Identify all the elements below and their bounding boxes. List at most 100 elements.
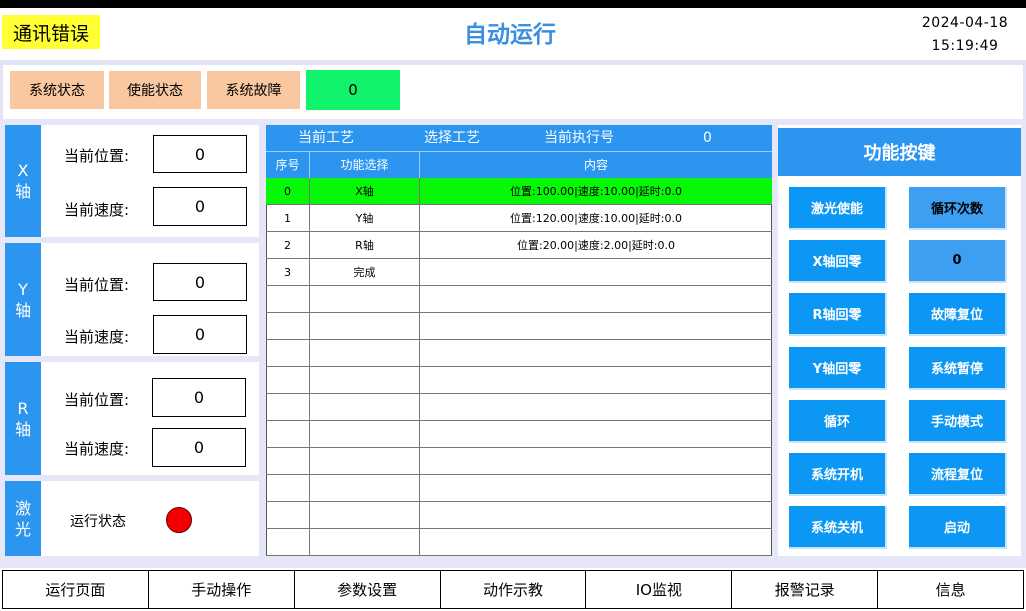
laser-panel	[5, 481, 259, 556]
row-index	[266, 448, 310, 475]
laser-enable-button[interactable]: 激光使能	[789, 187, 887, 230]
select-process-label[interactable]: 选择工艺	[424, 125, 480, 151]
row-function	[310, 529, 420, 556]
row-function	[310, 475, 420, 502]
nav-motion-teach[interactable]: 动作示教	[441, 571, 587, 608]
date-display: 2024-04-18	[921, 15, 1009, 31]
row-function	[310, 367, 420, 394]
cycle-count-value[interactable]: 0	[909, 240, 1007, 283]
nav-info[interactable]: 信息	[878, 571, 1023, 608]
row-content	[420, 421, 772, 448]
table-row[interactable]	[266, 340, 772, 367]
cycle-button[interactable]: 循环	[789, 400, 887, 443]
status-value: 0	[306, 70, 400, 110]
table-column-header: 序号 功能选择 内容	[266, 151, 772, 179]
system-on-button[interactable]: 系统开机	[789, 453, 887, 496]
comm-error-indicator: 通讯错误	[2, 15, 100, 49]
row-index	[266, 340, 310, 367]
row-content	[420, 340, 772, 367]
system-fault-button[interactable]: 系统故障	[207, 71, 300, 109]
row-index: 3	[266, 259, 310, 286]
r-position-value: 0	[152, 378, 246, 417]
x-home-button[interactable]: X轴回零	[789, 240, 887, 283]
table-row[interactable]: 0 X轴 位置:100.00|速度:10.00|延时:0.0	[266, 178, 772, 205]
r-axis-label: R 轴	[5, 362, 41, 475]
x-speed-label: 当前速度:	[64, 201, 130, 219]
page-title: 自动运行	[464, 22, 556, 48]
current-process-label[interactable]: 当前工艺	[298, 125, 354, 151]
row-index	[266, 529, 310, 556]
row-function: 完成	[310, 259, 420, 286]
laser-label: 激 光	[5, 481, 41, 556]
nav-io-monitor[interactable]: IO监视	[586, 571, 733, 608]
row-function	[310, 313, 420, 340]
nav-parameter-settings[interactable]: 参数设置	[295, 571, 441, 608]
function-panel-title: 功能按键	[778, 128, 1021, 176]
manual-mode-button[interactable]: 手动模式	[909, 400, 1007, 443]
row-content	[420, 448, 772, 475]
row-index	[266, 286, 310, 313]
y-home-button[interactable]: Y轴回零	[789, 347, 887, 390]
row-index	[266, 313, 310, 340]
bottom-navigation: 运行页面 手动操作 参数设置 动作示教 IO监视 报警记录 信息	[2, 570, 1024, 609]
row-index	[266, 475, 310, 502]
row-index: 1	[266, 205, 310, 232]
table-row[interactable]	[266, 529, 772, 556]
col-index: 序号	[266, 152, 310, 179]
table-row[interactable]	[266, 367, 772, 394]
x-position-label: 当前位置:	[64, 147, 130, 165]
row-index: 2	[266, 232, 310, 259]
row-content	[420, 367, 772, 394]
row-function: R轴	[310, 232, 420, 259]
row-content	[420, 394, 772, 421]
row-index	[266, 394, 310, 421]
y-speed-label: 当前速度:	[64, 328, 130, 346]
table-row[interactable]: 2 R轴 位置:20.00|速度:2.00|延时:0.0	[266, 232, 772, 259]
fault-reset-button[interactable]: 故障复位	[909, 293, 1007, 336]
nav-alarm-log[interactable]: 报警记录	[732, 571, 879, 608]
row-function	[310, 502, 420, 529]
system-status-button[interactable]: 系统状态	[10, 71, 104, 109]
cycle-count-label: 循环次数	[909, 187, 1007, 230]
system-off-button[interactable]: 系统关机	[789, 506, 887, 549]
table-row[interactable]	[266, 475, 772, 502]
row-content	[420, 502, 772, 529]
table-row[interactable]: 3 完成	[266, 259, 772, 286]
row-function: Y轴	[310, 205, 420, 232]
nav-run-page[interactable]: 运行页面	[3, 571, 149, 608]
row-content	[420, 475, 772, 502]
start-button[interactable]: 启动	[909, 506, 1007, 549]
r-speed-label: 当前速度:	[64, 440, 130, 458]
table-row[interactable]	[266, 448, 772, 475]
r-position-label: 当前位置:	[64, 391, 130, 409]
row-index: 0	[266, 178, 310, 205]
enable-status-button[interactable]: 使能状态	[109, 71, 201, 109]
table-row[interactable]	[266, 502, 772, 529]
row-function	[310, 286, 420, 313]
col-function: 功能选择	[310, 152, 420, 179]
row-index	[266, 421, 310, 448]
row-content	[420, 259, 772, 286]
table-row[interactable]	[266, 394, 772, 421]
row-content: 位置:100.00|速度:10.00|延时:0.0	[509, 185, 682, 198]
row-function	[310, 340, 420, 367]
row-function	[310, 421, 420, 448]
row-index	[266, 367, 310, 394]
time-display: 15:19:49	[931, 38, 999, 54]
table-row[interactable]	[266, 421, 772, 448]
y-axis-label: Y 轴	[5, 243, 41, 356]
nav-manual-operation[interactable]: 手动操作	[149, 571, 295, 608]
row-content	[420, 313, 772, 340]
flow-reset-button[interactable]: 流程复位	[909, 453, 1007, 496]
row-index	[266, 502, 310, 529]
r-speed-value: 0	[152, 428, 246, 467]
table-row[interactable]	[266, 313, 772, 340]
r-home-button[interactable]: R轴回零	[789, 293, 887, 336]
laser-status-indicator	[166, 507, 192, 533]
x-axis-label: X 轴	[5, 125, 41, 237]
table-row[interactable]: 1 Y轴 位置:120.00|速度:10.00|延时:0.0	[266, 205, 772, 232]
row-content: 位置:20.00|速度:2.00|延时:0.0	[516, 239, 675, 252]
table-row[interactable]	[266, 286, 772, 313]
system-pause-button[interactable]: 系统暂停	[909, 347, 1007, 390]
laser-status-label: 运行状态	[70, 514, 126, 530]
